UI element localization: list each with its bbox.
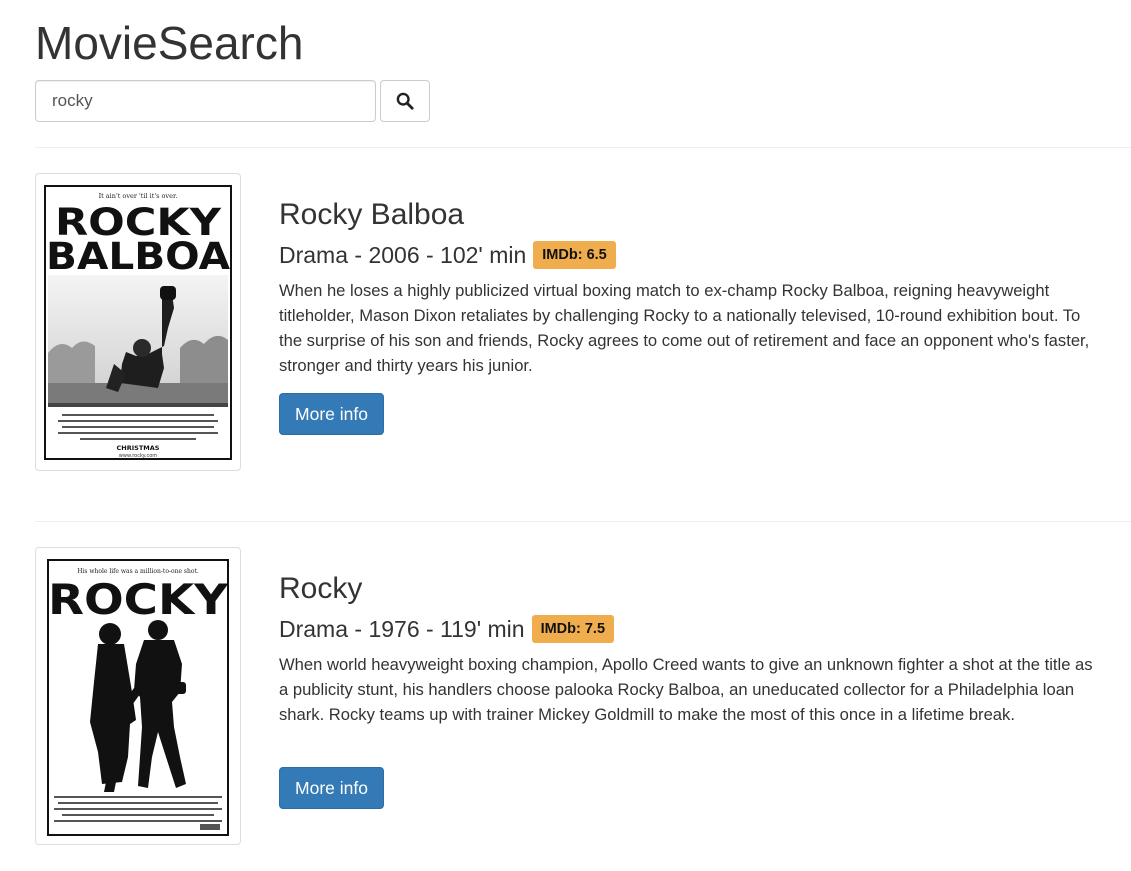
- more-info-button[interactable]: More info: [279, 393, 384, 435]
- movie-poster-image: It ain't over 'til it's over. ROCKY BALB…: [40, 178, 236, 466]
- movie-title[interactable]: Rocky: [279, 571, 362, 607]
- imdb-rating-badge: IMDb: 6.5: [533, 241, 616, 269]
- app-title: MovieSearch: [35, 17, 304, 69]
- movie-result: It ain't over 'til it's over. ROCKY BALB…: [35, 173, 1131, 473]
- poster-tagline: His whole life was a million-to-one shot…: [77, 568, 199, 575]
- poster-tagline: It ain't over 'til it's over.: [99, 192, 178, 200]
- movie-result: His whole life was a million-to-one shot…: [35, 547, 1131, 847]
- poster-release: CHRISTMAS: [117, 444, 160, 452]
- divider: [35, 147, 1131, 148]
- poster-title-line-2: BALBOA: [46, 235, 230, 278]
- poster-thumbnail[interactable]: His whole life was a million-to-one shot…: [35, 547, 241, 845]
- movie-meta: Drama - 1976 - 119' min IMDb: 7.5: [279, 615, 615, 643]
- search-button[interactable]: [380, 80, 430, 122]
- movie-plot: When world heavyweight boxing champion, …: [279, 655, 1093, 724]
- imdb-rating-badge: IMDb: 7.5: [531, 615, 615, 643]
- poster-thumbnail[interactable]: It ain't over 'til it's over. ROCKY BALB…: [35, 173, 241, 471]
- search-input[interactable]: [35, 80, 376, 122]
- poster-url: www.rocky.com: [119, 453, 158, 459]
- movie-meta: Drama - 2006 - 102' min IMDb: 6.5: [279, 241, 616, 269]
- movie-plot: When he loses a highly publicized virtua…: [279, 281, 1090, 375]
- more-info-button[interactable]: More info: [279, 767, 384, 809]
- page: MovieSearch It ain't over 'til it's over…: [0, 0, 1131, 871]
- movie-genre-year-runtime: Drama - 2006 - 102' min: [279, 242, 527, 268]
- movie-poster-image: His whole life was a million-to-one shot…: [40, 552, 236, 840]
- divider: [35, 521, 1131, 522]
- movie-genre-year-runtime: Drama - 1976 - 119' min: [279, 616, 525, 642]
- poster-title-line-1: ROCKY: [48, 575, 229, 624]
- movie-title[interactable]: Rocky Balboa: [279, 197, 464, 233]
- search-icon: [396, 92, 414, 110]
